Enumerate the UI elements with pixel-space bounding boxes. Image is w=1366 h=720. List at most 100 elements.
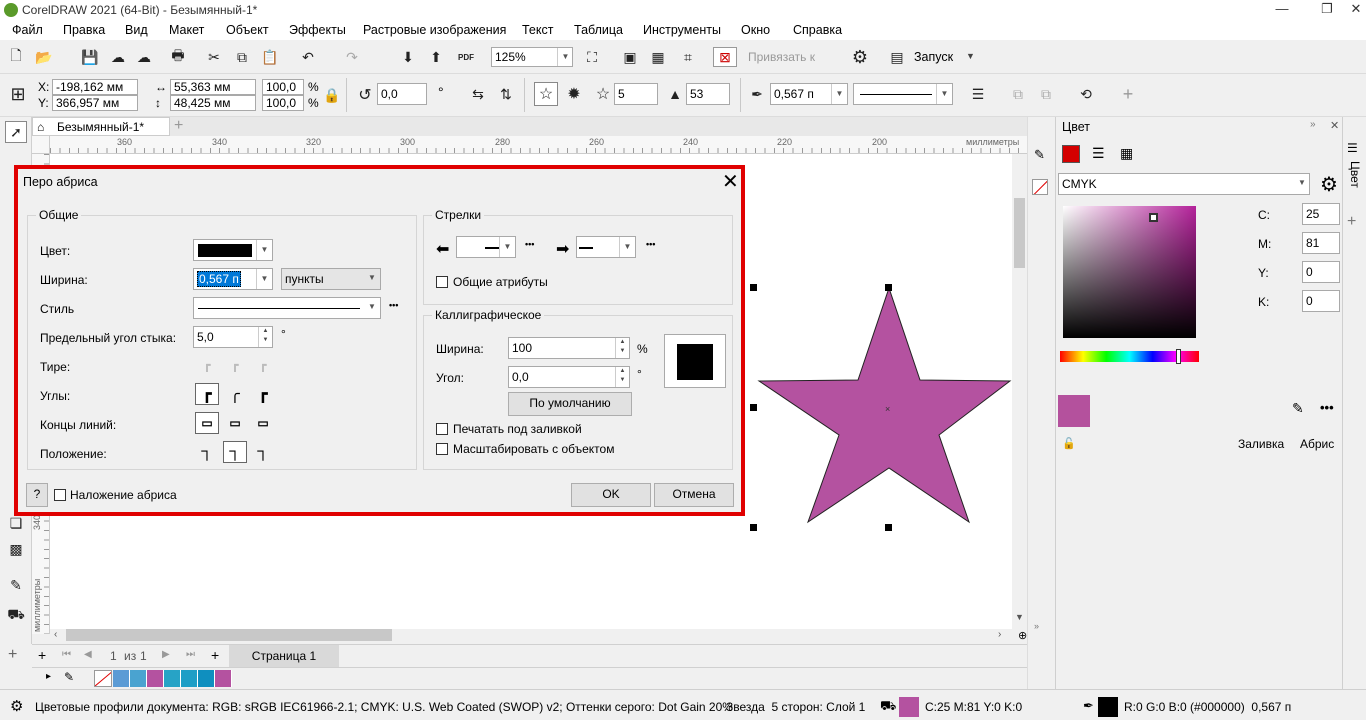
menu-text[interactable]: Текст <box>522 23 553 37</box>
menu-view[interactable]: Вид <box>125 23 148 37</box>
calligraphy-width-spinner[interactable]: ▲ ▼ <box>615 338 629 358</box>
scale-height-input[interactable]: 100,0 <box>262 95 304 111</box>
dash-corner-icon[interactable]: ┏ <box>195 354 219 376</box>
export-icon[interactable]: ⬆ <box>426 48 446 66</box>
palette-swatch[interactable] <box>198 670 215 687</box>
menu-window[interactable]: Окно <box>741 23 770 37</box>
color-picker-marker[interactable] <box>1149 213 1158 222</box>
add-page-before-button[interactable]: + <box>38 647 46 663</box>
chevron-right-icon[interactable]: › <box>998 629 1001 640</box>
calligraphy-width-input[interactable]: 100 <box>508 337 630 359</box>
object-width-input[interactable]: 55,363 мм <box>170 79 256 95</box>
import-icon[interactable]: ⬇ <box>398 48 418 66</box>
end-arrow-dropdown[interactable]: ▼ <box>619 237 635 257</box>
start-arrow-dropdown[interactable]: ▼ <box>499 237 515 257</box>
vertical-scroll-thumb[interactable] <box>1014 198 1025 268</box>
square-cap-icon[interactable]: ▭ <box>251 412 275 434</box>
docker-tab-color[interactable]: Цвет <box>1348 161 1362 188</box>
docker-tab-icon[interactable]: ☰ <box>1347 141 1358 155</box>
outline-status-swatch[interactable] <box>1098 697 1118 717</box>
paste-icon[interactable]: 📋 <box>260 48 280 66</box>
bevel-corner-icon[interactable]: ┏ <box>251 383 275 405</box>
page-tab[interactable]: Страница 1 <box>229 645 339 668</box>
eyedropper-icon[interactable]: ✎ <box>64 670 74 684</box>
pdf-icon[interactable]: PDF <box>454 46 478 68</box>
color-dropdown-arrow[interactable]: ▼ <box>256 240 272 260</box>
miter-spinner[interactable]: ▲ ▼ <box>258 327 272 347</box>
color-picker-area[interactable] <box>1063 206 1196 338</box>
outline-width-dropdown[interactable]: ▼ <box>831 84 847 104</box>
launch-dropdown[interactable]: Запуск <box>914 50 953 64</box>
yellow-input[interactable]: 0 <box>1302 261 1340 283</box>
end-arrow-options[interactable]: ••• <box>646 239 655 249</box>
previous-page-icon[interactable]: ◀ <box>84 649 92 660</box>
color-eyedropper-mode-icon[interactable] <box>1062 145 1080 163</box>
nib-shape-preview[interactable] <box>664 334 726 388</box>
guidelines-icon[interactable]: ⌗ <box>678 48 698 66</box>
shared-attributes-checkbox[interactable] <box>436 276 448 288</box>
to-back-icon[interactable]: ⧉ <box>1036 84 1056 104</box>
menu-help[interactable]: Справка <box>793 23 842 37</box>
undo-icon[interactable]: ↶ <box>298 48 318 66</box>
help-button[interactable]: ? <box>26 483 48 507</box>
add-page-after-button[interactable]: + <box>211 647 219 663</box>
ok-button[interactable]: OK <box>571 483 651 507</box>
open-icon[interactable]: 📂 <box>34 48 54 66</box>
horizontal-ruler[interactable]: 360 340 320 300 280 260 240 220 200 милл… <box>50 136 1027 154</box>
zoom-to-page-icon[interactable]: ⛶ <box>582 48 602 66</box>
outline-button[interactable]: Абрис <box>1300 437 1334 451</box>
options-gear-icon[interactable]: ⚙ <box>850 47 870 67</box>
horizontal-scrollbar[interactable]: ‹ › <box>50 629 1012 641</box>
mirror-vertical-icon[interactable]: ⇅ <box>496 84 516 104</box>
y-position-input[interactable]: 366,957 мм <box>52 95 138 111</box>
calligraphy-angle-input[interactable]: 0,0 <box>508 366 630 388</box>
chevron-down-icon[interactable]: ▼ <box>1298 178 1306 187</box>
color-options-gear-icon[interactable]: ⚙ <box>1320 172 1338 197</box>
current-page-number[interactable]: 1 <box>110 649 117 663</box>
shadow-tool-icon[interactable]: ❏ <box>5 513 27 533</box>
eyedropper-icon[interactable]: ✎ <box>1292 400 1304 417</box>
chevron-double-right-icon[interactable]: » <box>1034 621 1039 631</box>
menu-edit[interactable]: Правка <box>63 23 105 37</box>
palette-swatch[interactable] <box>113 670 130 687</box>
round-corner-icon[interactable]: ╭ <box>223 383 247 405</box>
more-options-icon[interactable]: ••• <box>1320 400 1334 415</box>
line-style-select[interactable] <box>193 297 381 319</box>
width-units-select[interactable]: пункты <box>281 268 381 290</box>
mirror-horizontal-icon[interactable]: ⇆ <box>468 84 488 104</box>
sharpness-input[interactable]: 53 <box>686 83 730 105</box>
no-outline-swatch[interactable] <box>1032 179 1048 195</box>
lock-icon[interactable]: 🔓 <box>1062 437 1076 450</box>
lock-ratio-icon[interactable]: 🔒 <box>323 86 340 104</box>
x-position-input[interactable]: -198,162 мм <box>52 79 138 95</box>
cloud-download-icon[interactable]: ☁ <box>134 48 154 66</box>
edit-style-button[interactable]: ••• <box>389 300 398 310</box>
upload-icon[interactable]: ☁ <box>108 48 128 66</box>
polygon-star-icon[interactable]: ☆ <box>534 82 558 106</box>
add-icon[interactable]: + <box>1118 84 1138 104</box>
palette-swatch[interactable] <box>164 670 181 687</box>
document-tab[interactable]: ⌂ Безымянный-1* <box>32 117 170 136</box>
save-icon[interactable]: 💾 <box>80 48 100 66</box>
first-page-icon[interactable]: ⏮ <box>62 649 71 660</box>
round-cap-icon[interactable]: ▭ <box>223 412 247 434</box>
fill-button[interactable]: Заливка <box>1238 437 1284 451</box>
print-icon[interactable]: 🖶 <box>168 47 188 66</box>
complex-star-icon[interactable]: ✹ <box>564 84 584 104</box>
settings-gear-icon[interactable]: ⚙ <box>10 697 23 715</box>
palette-swatch[interactable] <box>147 670 164 687</box>
magenta-input[interactable]: 81 <box>1302 232 1340 254</box>
minimize-button[interactable]: — <box>1265 0 1299 20</box>
inside-position-icon[interactable]: ┐ <box>251 441 275 463</box>
scale-with-object-checkbox[interactable] <box>436 443 448 455</box>
palette-menu-icon[interactable]: ▸ <box>46 671 51 682</box>
new-document-icon[interactable]: 🗋 <box>6 47 26 66</box>
zoom-dropdown-arrow[interactable]: ▼ <box>557 48 573 66</box>
docker-close-icon[interactable]: ✕ <box>1330 119 1339 132</box>
ruler-origin[interactable] <box>32 136 50 154</box>
scale-width-input[interactable]: 100,0 <box>262 79 304 95</box>
horizontal-scroll-thumb[interactable] <box>66 629 392 641</box>
transparency-tool-icon[interactable]: ▩ <box>5 539 27 559</box>
no-color-swatch[interactable] <box>94 670 112 687</box>
to-front-icon[interactable]: ⧉ <box>1008 84 1028 104</box>
